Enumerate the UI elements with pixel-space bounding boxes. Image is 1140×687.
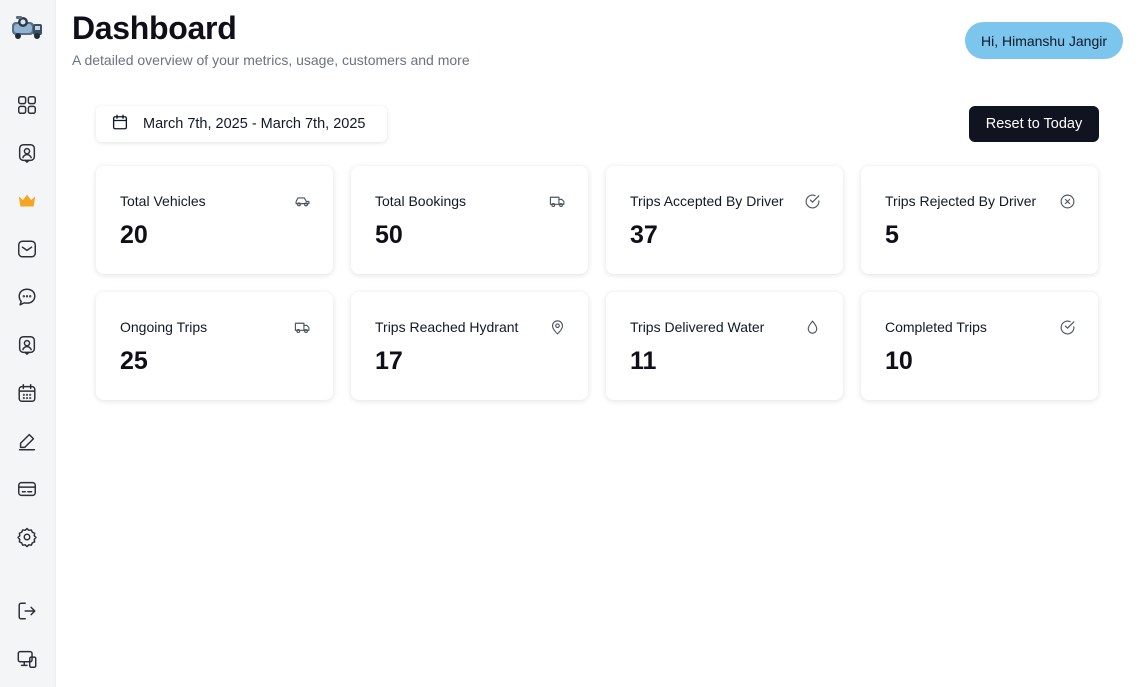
stat-card-label: Completed Trips: [885, 319, 987, 335]
reset-to-today-button[interactable]: Reset to Today: [969, 106, 1099, 142]
stat-card-value: 5: [885, 221, 899, 249]
stat-card-total-bookings: Total Bookings 50: [351, 166, 588, 274]
check-circle-icon: [804, 193, 821, 210]
stat-card-label: Trips Accepted By Driver: [630, 193, 784, 209]
stat-card-value: 20: [120, 221, 148, 249]
x-circle-icon: [1059, 193, 1076, 210]
stat-card-trips-accepted: Trips Accepted By Driver 37: [606, 166, 843, 274]
stat-card-completed-trips: Completed Trips 10: [861, 292, 1098, 400]
stat-card-value: 25: [120, 347, 148, 375]
truck-icon: [294, 319, 311, 336]
stat-card-label: Total Vehicles: [120, 193, 206, 209]
main-content: Dashboard A detailed overview of your me…: [56, 0, 1140, 687]
user-greeting-button[interactable]: Hi, Himanshu Jangir: [965, 22, 1123, 59]
stat-card-total-vehicles: Total Vehicles 20: [96, 166, 333, 274]
page-subtitle: A detailed overview of your metrics, usa…: [72, 52, 470, 68]
stat-card-trips-delivered-water: Trips Delivered Water 11: [606, 292, 843, 400]
stat-card-trips-rejected: Trips Rejected By Driver 5: [861, 166, 1098, 274]
calendar-icon: [111, 113, 129, 136]
stat-card-trips-reached-hydrant: Trips Reached Hydrant 17: [351, 292, 588, 400]
page-title: Dashboard: [72, 10, 237, 46]
map-pin-icon: [549, 319, 566, 336]
car-icon: [294, 193, 311, 210]
truck-icon: [549, 193, 566, 210]
water-tanker-logo-icon[interactable]: [10, 12, 44, 42]
edit-icon[interactable]: [15, 429, 39, 453]
stat-card-value: 37: [630, 221, 658, 249]
stat-card-label: Ongoing Trips: [120, 319, 208, 335]
date-range-picker[interactable]: March 7th, 2025 - March 7th, 2025: [96, 106, 387, 142]
stat-card-label: Trips Rejected By Driver: [885, 193, 1037, 209]
stats-grid: Total Vehicles 20 Total Bookings 50 Trip…: [96, 166, 1099, 400]
stat-card-label: Trips Delivered Water: [630, 319, 765, 335]
stat-card-ongoing-trips: Ongoing Trips 25: [96, 292, 333, 400]
dashboard-grid-icon[interactable]: [15, 93, 39, 117]
stat-card-value: 50: [375, 221, 403, 249]
devices-icon[interactable]: [15, 647, 39, 671]
crown-icon[interactable]: [15, 189, 39, 213]
logout-icon[interactable]: [15, 599, 39, 623]
settings-icon[interactable]: [15, 525, 39, 549]
sidebar: [0, 0, 56, 687]
stat-card-value: 11: [630, 347, 657, 375]
date-range-text: March 7th, 2025 - March 7th, 2025: [143, 116, 366, 132]
droplet-icon: [804, 319, 821, 336]
driver-badge-icon[interactable]: [15, 333, 39, 357]
calendar-icon[interactable]: [15, 381, 39, 405]
stat-card-label: Total Bookings: [375, 193, 467, 209]
check-circle-icon: [1059, 319, 1076, 336]
stat-card-value: 17: [375, 347, 403, 375]
chat-icon[interactable]: [15, 285, 39, 309]
credit-card-icon[interactable]: [15, 477, 39, 501]
stat-card-value: 10: [885, 347, 913, 375]
stat-card-label: Trips Reached Hydrant: [375, 319, 519, 335]
user-badge-icon[interactable]: [15, 141, 39, 165]
mail-icon[interactable]: [15, 237, 39, 261]
